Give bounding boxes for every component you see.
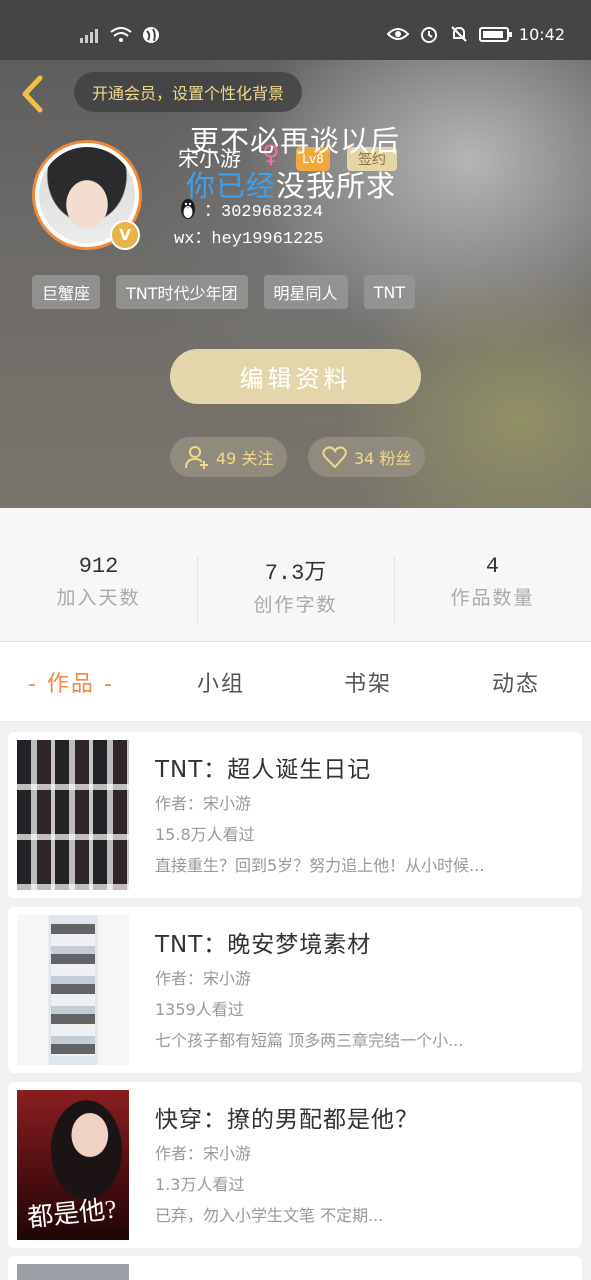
signature-line-1: 更不必再谈以后 xyxy=(190,126,401,158)
book-author: 作者：宋小游 xyxy=(155,1144,252,1163)
vip-background-prompt[interactable]: 开通会员，设置个性化背景 xyxy=(74,72,303,112)
book-views: 1359人看过 xyxy=(155,1000,244,1019)
followers-button[interactable]: 34 粉丝 xyxy=(308,437,426,477)
work-card[interactable]: TNT：晚安梦境素材 作者：宋小游 1359人看过 七个孩子都有短篇 顶多两三章… xyxy=(8,907,582,1073)
book-description: 已弃，勿入小学生文笔 不定期... xyxy=(155,1206,384,1225)
tag-item[interactable]: 巨蟹座 xyxy=(32,275,101,309)
status-time: 10:42 xyxy=(518,24,565,44)
followers-count: 34 粉丝 xyxy=(354,449,412,468)
book-description: 七个孩子都有短篇 顶多两三章完结一个小... xyxy=(155,1031,464,1050)
tag-item[interactable]: TNT xyxy=(363,275,416,309)
heart-plus-icon xyxy=(322,446,347,469)
status-right: 10:42 xyxy=(386,24,565,44)
book-cover[interactable] xyxy=(17,1264,129,1280)
stat-works: 4 作品数量 xyxy=(394,554,591,610)
book-views: 15.8万人看过 xyxy=(155,825,255,844)
book-cover[interactable] xyxy=(17,740,129,890)
tag-item[interactable]: TNT时代少年团 xyxy=(116,275,248,309)
stat-label: 作品数量 xyxy=(450,587,535,609)
book-description: 直接重生？回到5岁？努力追上他！从小时候... xyxy=(155,856,485,875)
add-user-icon xyxy=(185,446,208,469)
battery-icon xyxy=(478,26,512,42)
work-card-partial[interactable] xyxy=(8,1256,582,1280)
stat-label: 加入天数 xyxy=(56,587,141,609)
stat-value: 4 xyxy=(485,554,500,579)
back-button[interactable] xyxy=(14,72,50,116)
tab-groups[interactable]: 小组 xyxy=(197,666,245,698)
stat-label: 创作字数 xyxy=(253,594,338,616)
globe-icon xyxy=(143,27,159,43)
work-card[interactable]: 都是他? 快穿：撩的男配都是他？ 作者：宋小游 1.3万人看过 已弃，勿入小学生… xyxy=(8,1082,582,1248)
book-author: 作者：宋小游 xyxy=(155,969,252,988)
penguin-icon xyxy=(181,199,195,219)
book-cover[interactable]: 都是他? xyxy=(17,1090,129,1240)
cover-title-text: 都是他? xyxy=(25,1194,119,1233)
qq-row: ：3029682324 xyxy=(180,196,323,222)
status-left xyxy=(80,26,160,44)
signal-icon xyxy=(80,29,98,43)
book-cover[interactable] xyxy=(17,915,129,1065)
book-title: TNT：超人诞生日记 xyxy=(155,757,372,783)
following-count: 49 关注 xyxy=(216,449,274,468)
tag-list: 巨蟹座 TNT时代少年团 明星同人 TNT xyxy=(32,275,416,309)
wifi-icon xyxy=(110,27,132,42)
verified-badge: V xyxy=(110,220,140,250)
status-bar: 10:42 xyxy=(0,0,591,60)
mute-bell-icon xyxy=(451,26,467,42)
stats-bar: 912 加入天数 7.3万 创作字数 4 作品数量 xyxy=(0,508,591,642)
book-views: 1.3万人看过 xyxy=(155,1175,245,1194)
stat-value: 912 xyxy=(78,554,119,579)
stat-value: 7.3万 xyxy=(264,561,327,586)
qq-number: ：3029682324 xyxy=(204,203,324,222)
tag-item[interactable]: 明星同人 xyxy=(263,275,348,309)
book-title: 快穿：撩的男配都是他？ xyxy=(155,1107,419,1133)
alarm-icon xyxy=(420,27,437,43)
eye-icon xyxy=(386,28,409,40)
work-card[interactable]: TNT：超人诞生日记 作者：宋小游 15.8万人看过 直接重生？回到5岁？努力追… xyxy=(8,732,582,898)
following-button[interactable]: 49 关注 xyxy=(170,437,288,477)
tab-bar: - 作品 - 小组 书架 动态 xyxy=(0,642,591,722)
profile-header: 10:42 开通会员，设置个性化背景 V 宋小游 ♀ Lv8 签约 更不必再谈以… xyxy=(0,0,591,508)
book-author: 作者：宋小游 xyxy=(155,794,252,813)
tab-works[interactable]: - 作品 - xyxy=(28,666,114,698)
works-list: TNT：超人诞生日记 作者：宋小游 15.8万人看过 直接重生？回到5岁？努力追… xyxy=(0,722,591,1280)
stat-days: 912 加入天数 xyxy=(0,554,197,610)
wechat-id: wx：hey19961225 xyxy=(174,230,324,249)
book-title: TNT：晚安梦境素材 xyxy=(155,932,372,958)
tab-bookshelf[interactable]: 书架 xyxy=(344,666,392,698)
stat-words: 7.3万 创作字数 xyxy=(197,554,394,617)
chevron-left-icon xyxy=(22,75,43,113)
tab-activity[interactable]: 动态 xyxy=(492,666,540,698)
edit-profile-button[interactable]: 编辑资料 xyxy=(170,349,421,404)
